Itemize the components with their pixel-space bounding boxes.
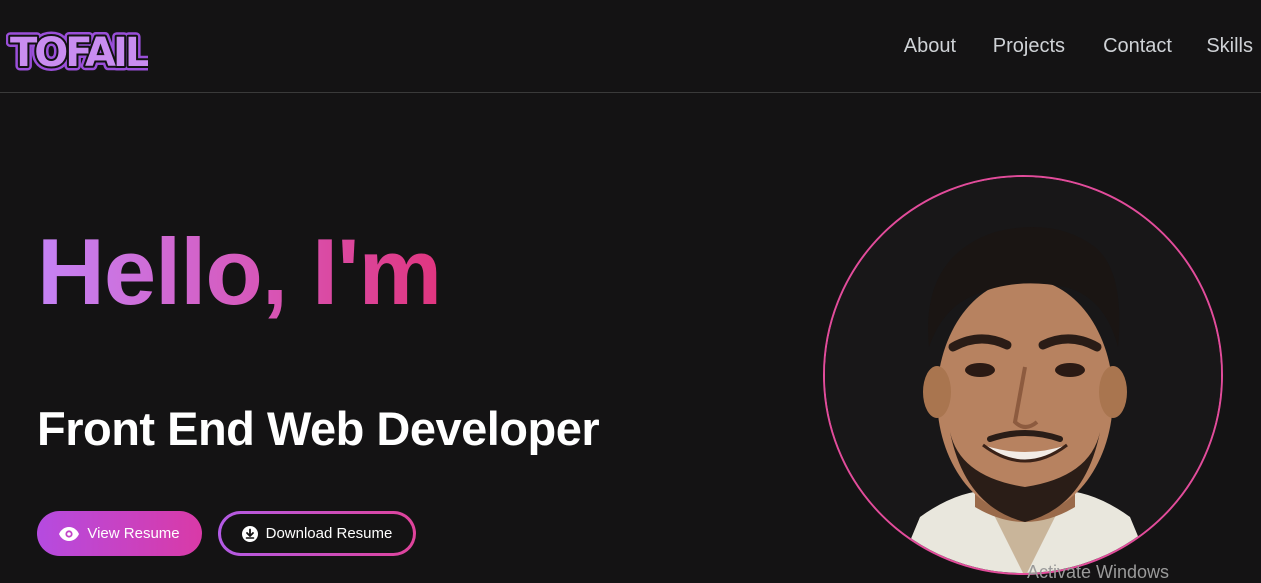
svg-text:TOFAIL: TOFAIL [10, 30, 148, 74]
logo-icon: TOFAIL TOFAIL TOFAIL [6, 26, 148, 75]
avatar [823, 175, 1223, 575]
nav-about[interactable]: About [904, 34, 956, 58]
nav-skills[interactable]: Skills [1206, 34, 1253, 58]
download-icon [241, 525, 258, 542]
nav-contact[interactable]: Contact [1103, 34, 1172, 58]
hero-role: Front End Web Developer [37, 402, 600, 455]
page: TOFAIL TOFAIL TOFAIL About Projects Cont… [0, 0, 1261, 583]
eye-icon [59, 526, 80, 541]
profile-photo-icon [825, 177, 1221, 573]
download-resume-label: Download Resume [265, 525, 393, 542]
logo[interactable]: TOFAIL TOFAIL TOFAIL [6, 22, 148, 75]
activate-windows-watermark: Activate Windows [1027, 562, 1170, 582]
hero-greeting: Hello, I'm [37, 219, 442, 324]
download-resume-button[interactable]: Download Resume [218, 511, 416, 556]
nav-projects[interactable]: Projects [993, 34, 1065, 58]
site-header: TOFAIL TOFAIL TOFAIL About Projects Cont… [0, 0, 1261, 93]
view-resume-button[interactable]: View Resume [37, 511, 202, 556]
view-resume-label: View Resume [87, 525, 180, 542]
